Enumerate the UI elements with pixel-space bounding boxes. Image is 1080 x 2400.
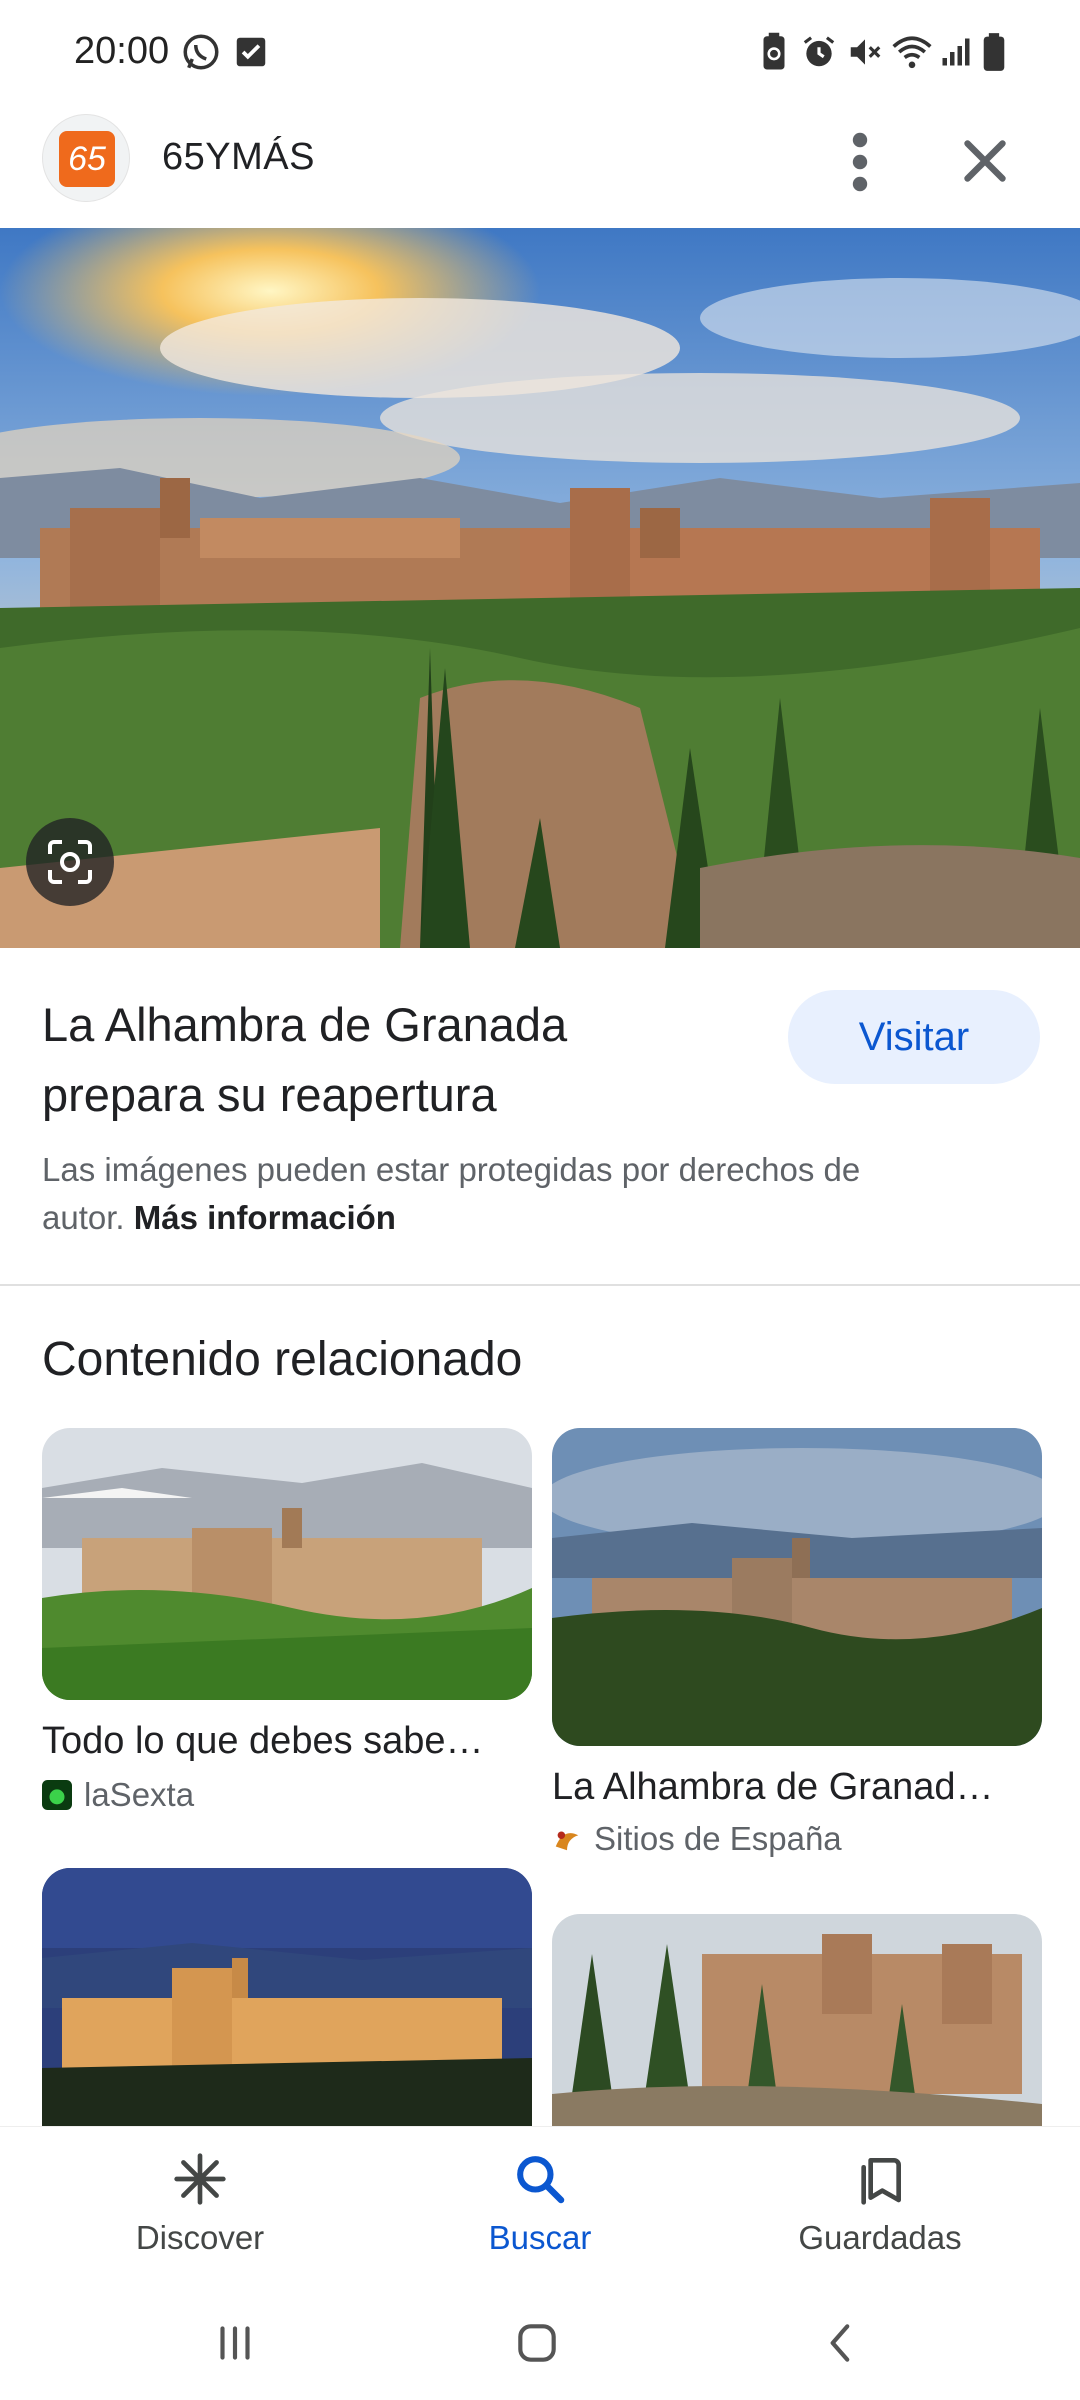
nav-saved-label: Guardadas xyxy=(798,2219,962,2256)
status-time: 20:00 xyxy=(74,30,170,72)
related-card-title: Todo lo que debes sabe… xyxy=(42,1720,484,1762)
checkbox-notification-icon xyxy=(236,37,266,67)
nav-saved[interactable]: Guardadas xyxy=(760,2127,1000,2291)
nav-search-label: Buscar xyxy=(488,2219,592,2256)
system-navigation-bar xyxy=(0,2290,1080,2400)
alhambra-photo xyxy=(0,228,1080,948)
whatsapp-icon xyxy=(183,34,219,70)
related-card[interactable] xyxy=(42,1868,532,2168)
related-card-source: Sitios de España xyxy=(552,1820,842,1858)
page: 20:00 65 65YMÁS La Alhambra de Granada p… xyxy=(0,0,1080,2400)
site-logo-mark: 65 xyxy=(59,131,115,187)
lens-button[interactable] xyxy=(26,818,114,906)
related-card[interactable]: Todo lo que debes sabe… laSexta xyxy=(42,1428,532,1813)
lens-icon xyxy=(48,840,92,884)
related-card-source-label: Sitios de España xyxy=(594,1820,842,1857)
battery-saver-icon xyxy=(763,32,785,70)
more-info-link[interactable]: Más información xyxy=(134,1199,396,1236)
hero-image[interactable] xyxy=(0,228,1080,948)
nav-search[interactable]: Buscar xyxy=(420,2127,660,2291)
lasexta-logo-icon xyxy=(42,1780,72,1810)
site-logo[interactable]: 65 xyxy=(42,114,130,202)
wifi-icon xyxy=(892,36,932,69)
bookmarks-icon xyxy=(861,2158,901,2205)
related-card-image xyxy=(552,1428,1042,1746)
related-card-source: laSexta xyxy=(42,1776,194,1814)
result-title: La Alhambra de Granada prepara su reaper… xyxy=(42,998,568,1121)
recent-apps-icon[interactable] xyxy=(210,2318,260,2368)
alarm-icon xyxy=(803,36,835,67)
home-icon[interactable] xyxy=(512,2318,562,2368)
back-icon[interactable] xyxy=(816,2318,866,2368)
alhambra-thumbnail xyxy=(552,1428,1042,1746)
nav-discover-label: Discover xyxy=(135,2219,265,2256)
visit-button[interactable]: Visitar xyxy=(788,990,1040,1084)
related-card-title: La Alhambra de Granad… xyxy=(552,1766,994,1808)
related-card[interactable] xyxy=(552,1914,1042,2214)
search-icon xyxy=(517,2156,565,2204)
related-card-image xyxy=(42,1428,532,1700)
status-bar: 20:00 xyxy=(0,0,1080,104)
mute-icon xyxy=(850,39,881,65)
related-card-image xyxy=(42,1868,532,2168)
signal-icon xyxy=(942,38,970,66)
result-header: 65 65YMÁS xyxy=(0,104,1080,228)
discover-asterisk-icon xyxy=(174,2153,226,2205)
divider xyxy=(0,1284,1080,1286)
related-card-source-label: laSexta xyxy=(84,1776,195,1813)
bottom-navigation: Discover Buscar Guardadas xyxy=(0,2126,1080,2290)
related-card[interactable]: La Alhambra de Granad… Sitios de España xyxy=(552,1428,1042,1857)
related-heading: Contenido relacionado xyxy=(42,1333,523,1386)
site-name[interactable]: 65YMÁS xyxy=(162,136,315,179)
more-vert-icon[interactable] xyxy=(830,122,890,202)
nav-discover[interactable]: Discover xyxy=(80,2127,320,2291)
close-icon[interactable] xyxy=(950,126,1020,196)
alhambra-thumbnail xyxy=(42,1868,532,2168)
copyright-notice: Las imágenes pueden estar protegidas por… xyxy=(42,1146,942,1242)
battery-icon xyxy=(983,33,1005,71)
alhambra-thumbnail xyxy=(42,1428,532,1700)
sitios-de-espana-logo-icon xyxy=(555,1831,579,1851)
